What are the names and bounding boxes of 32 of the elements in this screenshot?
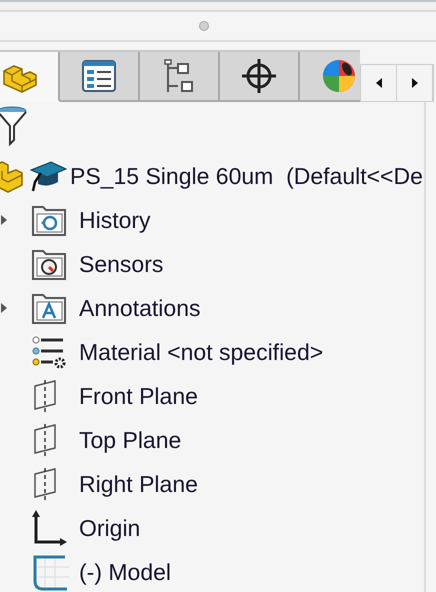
part-icon (0, 159, 26, 193)
origin-axes-icon (31, 510, 67, 546)
tree-item-label[interactable]: Right Plane (79, 470, 198, 498)
expand-arrow-icon[interactable] (1, 303, 7, 313)
panel-tab[interactable] (140, 52, 220, 102)
sketch-icon (31, 553, 69, 591)
annotation-folder-icon (31, 291, 67, 325)
material-list-icon (31, 335, 67, 369)
crosshair-icon (241, 58, 277, 94)
property-list-icon (81, 58, 117, 94)
color-ball-icon (321, 58, 357, 94)
panel-tab[interactable] (300, 52, 360, 102)
tree-item-label[interactable]: PS_15 Single 60um (Default<<De (70, 162, 423, 190)
gauge-folder-icon (31, 247, 67, 281)
panel-tab[interactable] (220, 52, 300, 102)
tree-item-label[interactable]: Front Plane (79, 382, 198, 410)
filter-icon[interactable] (0, 106, 28, 146)
tree-item-label[interactable]: History (79, 206, 151, 234)
expand-arrow-icon[interactable] (1, 215, 7, 225)
tree-item-label[interactable]: Origin (79, 514, 140, 542)
panel-tab[interactable] (60, 52, 140, 102)
history-folder-icon (31, 203, 67, 237)
right-arrow-icon (412, 78, 418, 88)
graduation-cap-icon (29, 160, 67, 192)
left-arrow-icon (376, 78, 382, 88)
configuration-tree-icon (164, 58, 194, 94)
tree-item-label[interactable]: Material <not specified> (79, 338, 324, 366)
tree-item-label[interactable]: Sensors (79, 250, 164, 278)
tree-item-label[interactable]: (-) Model (79, 558, 172, 586)
splitter-handle-icon[interactable] (198, 20, 210, 32)
tree-item-label[interactable]: Annotations (79, 294, 200, 322)
tree-item-label[interactable]: Top Plane (79, 426, 182, 454)
